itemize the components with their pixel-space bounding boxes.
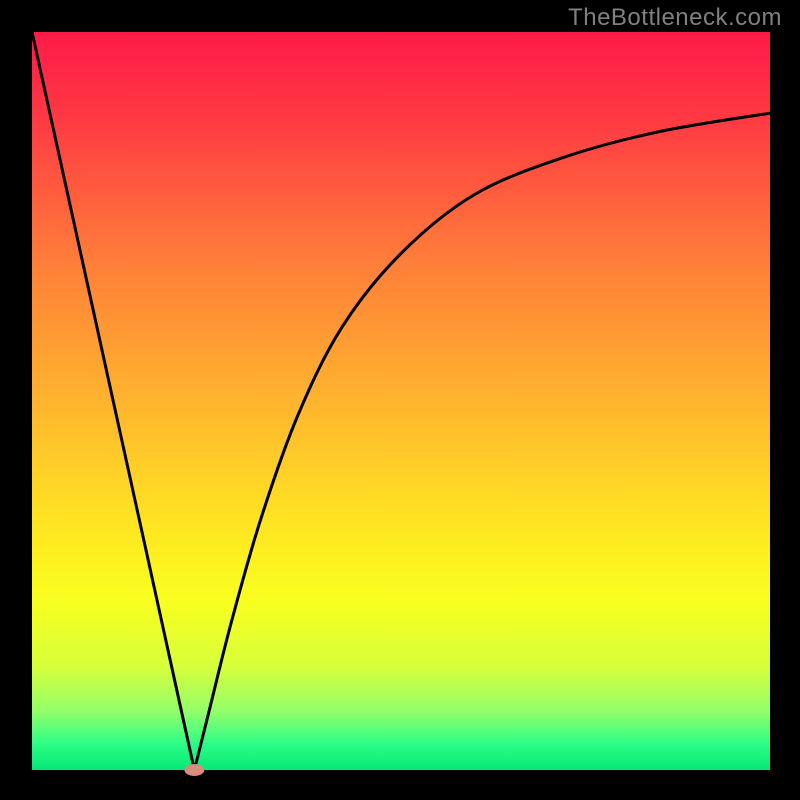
bottleneck-chart [0,0,800,800]
gradient-background [32,32,770,770]
watermark-text: TheBottleneck.com [568,4,782,32]
chart-frame: TheBottleneck.com [0,0,800,800]
minimum-marker [184,764,204,776]
